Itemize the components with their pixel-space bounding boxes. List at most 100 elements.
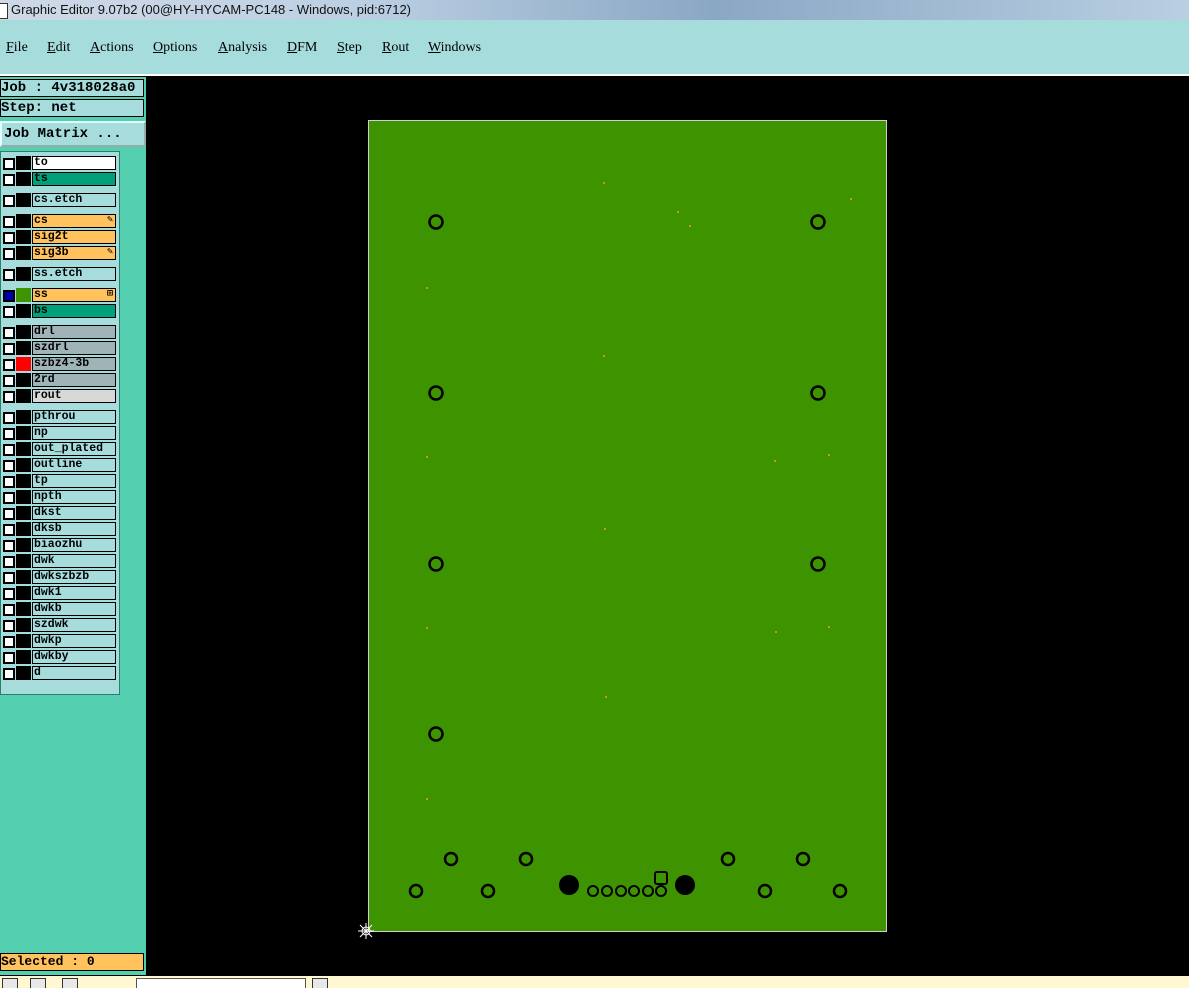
layer-name[interactable]: cs.etch [32,193,116,207]
layer-row[interactable]: dwkp [1,634,117,648]
layer-checkbox[interactable] [3,359,15,371]
layer-row[interactable]: ss ⊞ [1,288,117,302]
layer-row[interactable]: dwk1 [1,586,117,600]
status-snap-icon[interactable] [62,978,78,988]
layer-checkbox[interactable] [3,588,15,600]
menu-rout[interactable]: Rout [382,40,409,56]
layer-color-swatch[interactable] [16,650,31,664]
layer-row[interactable]: np [1,426,117,440]
layer-row[interactable]: npth [1,490,117,504]
layer-checkbox[interactable] [3,158,15,170]
layer-checkbox[interactable] [3,492,15,504]
layer-name[interactable]: dwk [32,554,116,568]
menu-windows[interactable]: Windows [428,40,481,56]
menu-edit[interactable]: Edit [47,40,70,56]
layer-name[interactable]: dkst [32,506,116,520]
layer-row[interactable]: pthrou [1,410,117,424]
layer-color-swatch[interactable] [16,618,31,632]
layer-checkbox[interactable] [3,460,15,472]
menu-file[interactable]: File [6,40,28,56]
layer-row[interactable]: dwkby [1,650,117,664]
layer-color-swatch[interactable] [16,506,31,520]
layer-color-swatch[interactable] [16,304,31,318]
layer-checkbox[interactable] [3,232,15,244]
layer-row[interactable]: ts [1,172,117,186]
job-matrix-button[interactable]: Job Matrix ... [0,121,146,147]
menu-step[interactable]: Step [337,40,362,56]
layer-color-swatch[interactable] [16,389,31,403]
layer-checkbox[interactable] [3,343,15,355]
layer-color-swatch[interactable] [16,602,31,616]
layer-checkbox[interactable] [3,636,15,648]
layer-name[interactable]: dwkb [32,602,116,616]
menu-dfm[interactable]: DFM [287,40,317,56]
layer-checkbox[interactable] [3,290,15,302]
layer-name[interactable]: sig2t [32,230,116,244]
layer-color-swatch[interactable] [16,214,31,228]
layer-color-swatch[interactable] [16,288,31,302]
menu-options[interactable]: Options [153,40,197,56]
layer-checkbox[interactable] [3,524,15,536]
layer-row[interactable]: sig3b ✎ [1,246,117,260]
status-plus-icon[interactable] [312,978,328,988]
layer-checkbox[interactable] [3,604,15,616]
layer-row[interactable]: dksb [1,522,117,536]
status-tool-icon[interactable] [2,978,18,988]
pcb-board-profile[interactable] [368,120,887,932]
layer-row[interactable]: rout [1,389,117,403]
layer-row[interactable]: out_plated [1,442,117,456]
layer-checkbox[interactable] [3,375,15,387]
layer-color-swatch[interactable] [16,193,31,207]
graphic-canvas[interactable] [146,77,1189,975]
layer-name[interactable]: npth [32,490,116,504]
layer-color-swatch[interactable] [16,458,31,472]
layer-color-swatch[interactable] [16,666,31,680]
layer-checkbox[interactable] [3,652,15,664]
layer-checkbox[interactable] [3,327,15,339]
layer-name[interactable]: d [32,666,116,680]
layer-row[interactable]: to [1,156,117,170]
layer-color-swatch[interactable] [16,357,31,371]
layer-name[interactable]: cs ✎ [32,214,116,228]
layer-color-swatch[interactable] [16,538,31,552]
layer-name[interactable]: dwkszbzb [32,570,116,584]
layer-row[interactable]: bs [1,304,117,318]
layer-color-swatch[interactable] [16,442,31,456]
layer-checkbox[interactable] [3,572,15,584]
layer-name[interactable]: rout [32,389,116,403]
layer-checkbox[interactable] [3,391,15,403]
layer-row[interactable]: sig2t [1,230,117,244]
layer-checkbox[interactable] [3,174,15,186]
layer-color-swatch[interactable] [16,325,31,339]
layer-name[interactable]: np [32,426,116,440]
layer-checkbox[interactable] [3,476,15,488]
layer-color-swatch[interactable] [16,230,31,244]
layer-name[interactable]: dksb [32,522,116,536]
layer-name[interactable]: bs [32,304,116,318]
layer-row[interactable]: cs.etch [1,193,117,207]
layer-checkbox[interactable] [3,444,15,456]
layer-name[interactable]: szbz4-3b [32,357,116,371]
layer-color-swatch[interactable] [16,554,31,568]
menu-analysis[interactable]: Analysis [218,40,267,56]
layer-color-swatch[interactable] [16,570,31,584]
layer-checkbox[interactable] [3,620,15,632]
layer-color-swatch[interactable] [16,156,31,170]
layer-name[interactable]: 2rd [32,373,116,387]
layer-name[interactable]: tp [32,474,116,488]
layer-name[interactable]: pthrou [32,410,116,424]
layer-row[interactable]: outline [1,458,117,472]
layer-row[interactable]: dkst [1,506,117,520]
status-tool-icon[interactable] [30,978,46,988]
layer-row[interactable]: d [1,666,117,680]
layer-row[interactable]: szdrl [1,341,117,355]
layer-row[interactable]: tp [1,474,117,488]
layer-color-swatch[interactable] [16,410,31,424]
layer-checkbox[interactable] [3,195,15,207]
layer-checkbox[interactable] [3,668,15,680]
layer-color-swatch[interactable] [16,634,31,648]
layer-name[interactable]: ts [32,172,116,186]
layer-name[interactable]: outline [32,458,116,472]
layer-checkbox[interactable] [3,412,15,424]
layer-color-swatch[interactable] [16,341,31,355]
